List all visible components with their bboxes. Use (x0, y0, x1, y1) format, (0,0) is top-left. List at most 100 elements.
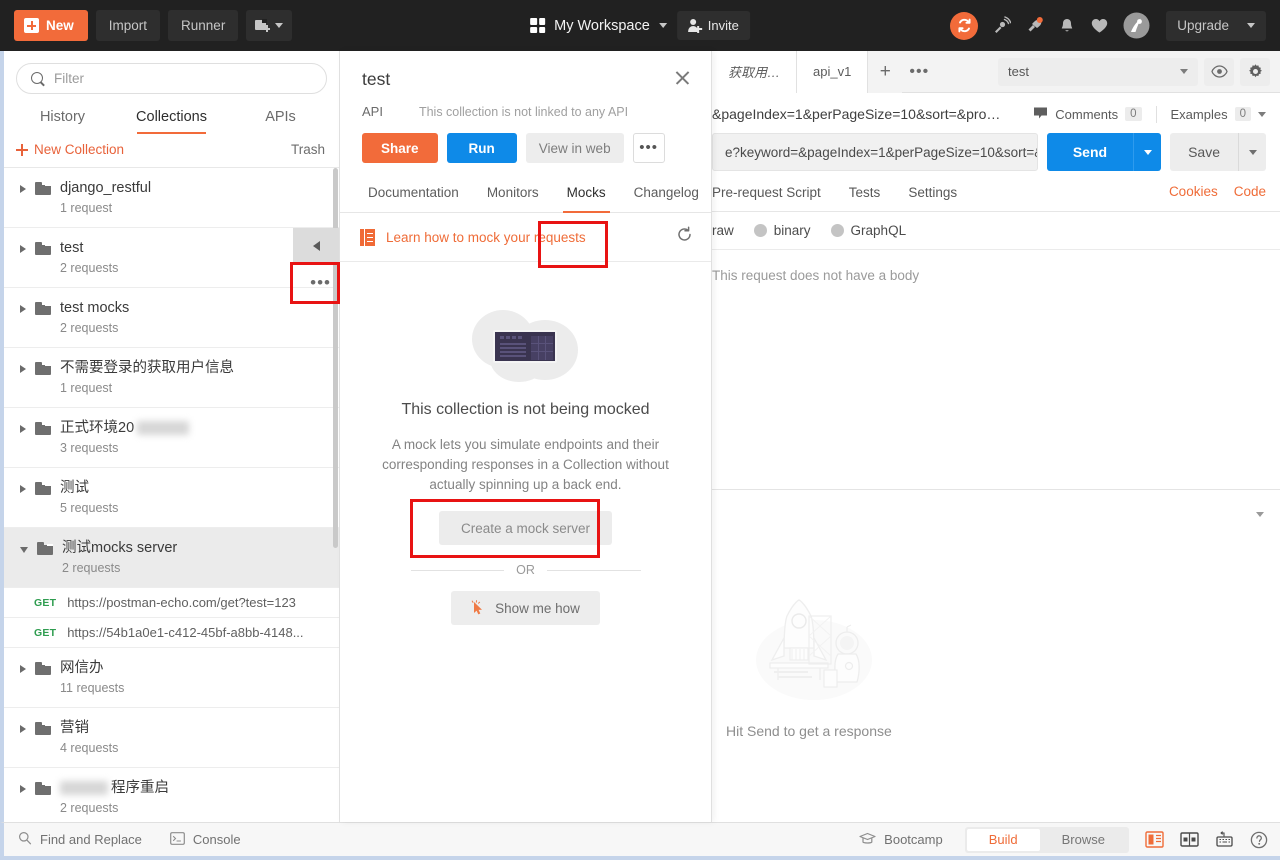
collection-row-wangxinban[interactable]: 网信办 11 requests (4, 648, 339, 708)
find-and-replace-button[interactable]: Find and Replace (18, 831, 142, 848)
tab-mocks[interactable]: Mocks (553, 179, 620, 213)
code-link[interactable]: Code (1234, 184, 1266, 199)
collection-row-ceshi[interactable]: 测试 5 requests (4, 468, 339, 528)
add-request-tab-button[interactable]: + (868, 50, 903, 93)
comments-button[interactable]: Comments 0 (1033, 105, 1157, 123)
cookies-link[interactable]: Cookies (1169, 184, 1218, 199)
request-tabs-more-button[interactable]: ••• (902, 51, 936, 93)
run-button[interactable]: Run (446, 133, 517, 163)
collapse-triangle-icon[interactable] (20, 547, 28, 553)
search-input[interactable] (54, 71, 312, 86)
collection-row-prod-env[interactable]: 正式环境20 3 requests (4, 408, 339, 468)
api-link-row: API This collection is not linked to any… (340, 90, 711, 119)
build-mode-button[interactable]: Build (966, 828, 1040, 851)
bootcamp-button[interactable]: Bootcamp (859, 832, 943, 848)
collection-more-actions-button[interactable]: ••• (310, 274, 331, 291)
collapse-left-arrow-icon (312, 241, 320, 251)
bell-icon[interactable] (1058, 17, 1076, 35)
expand-triangle-icon[interactable] (20, 785, 26, 793)
refresh-icon[interactable] (676, 226, 693, 248)
examples-button[interactable]: Examples 0 (1171, 107, 1266, 122)
request-tab-api-v1[interactable]: api_v1 (797, 50, 869, 93)
sidebar-scrollbar[interactable] (333, 168, 338, 548)
expand-triangle-icon[interactable] (20, 425, 26, 433)
keyboard-shortcuts-icon[interactable] (1215, 831, 1234, 848)
sidebar-collapse-handle[interactable] (293, 228, 339, 264)
expand-triangle-icon[interactable] (20, 665, 26, 673)
expand-triangle-icon[interactable] (20, 245, 26, 253)
collection-row-test-mocks[interactable]: test mocks 2 requests (4, 288, 339, 348)
help-icon[interactable] (1250, 831, 1268, 849)
expand-triangle-icon[interactable] (20, 185, 26, 193)
show-me-how-button[interactable]: Show me how (451, 591, 600, 625)
save-options-button[interactable] (1238, 133, 1266, 171)
subtab-tests[interactable]: Tests (835, 183, 895, 211)
view-in-web-button[interactable]: View in web (525, 133, 624, 163)
comment-icon (1033, 106, 1048, 123)
collection-row-user-info[interactable]: 不需要登录的获取用户信息 1 request (4, 348, 339, 408)
environment-quick-look-button[interactable] (1204, 57, 1234, 86)
settings-gear-button[interactable] (1240, 57, 1270, 86)
response-options-caret-icon[interactable] (1256, 504, 1264, 522)
new-collection-label: New Collection (34, 142, 125, 157)
two-pane-layout-icon[interactable] (1145, 831, 1164, 848)
new-button[interactable]: New (14, 10, 88, 41)
request-row-postman-echo[interactable]: GET https://postman-echo.com/get?test=12… (4, 588, 339, 618)
send-options-button[interactable] (1133, 133, 1162, 171)
satellite-icon[interactable] (992, 16, 1012, 35)
runner-button[interactable]: Runner (168, 10, 239, 41)
expand-triangle-icon[interactable] (20, 725, 26, 733)
new-collection-row: New Collection Trash (4, 134, 339, 168)
workspace-switcher[interactable]: My Workspace (530, 18, 667, 34)
request-url: https://54b1a0e1-c412-45bf-a8bb-4148... (67, 625, 304, 640)
import-button[interactable]: Import (95, 10, 161, 41)
expand-triangle-icon[interactable] (20, 485, 26, 493)
split-layout-icon[interactable] (1180, 831, 1199, 848)
new-collection-button[interactable]: New Collection (16, 142, 124, 157)
tab-collections[interactable]: Collections (117, 102, 226, 134)
collection-name: 正式环境20 (60, 419, 190, 438)
collection-row-restart-program[interactable]: 程序重启 2 requests (4, 768, 339, 822)
collection-request-count: 2 requests (60, 261, 119, 275)
request-tab-0[interactable]: 获取用… (712, 50, 798, 93)
collection-row-ceshi-mocks-server[interactable]: 测试mocks server 2 requests (4, 528, 339, 588)
tab-changelog[interactable]: Changelog (620, 179, 713, 212)
tab-apis[interactable]: APIs (226, 102, 335, 134)
environment-selector[interactable]: test (998, 57, 1198, 86)
body-type-binary[interactable]: binary (753, 223, 831, 238)
close-icon[interactable] (674, 69, 691, 86)
tab-history[interactable]: History (8, 102, 117, 134)
chevron-down-icon (658, 23, 667, 28)
sync-icon[interactable] (950, 11, 979, 40)
expand-triangle-icon[interactable] (20, 365, 26, 373)
share-button[interactable]: Share (362, 133, 438, 163)
subtab-settings[interactable]: Settings (894, 183, 971, 211)
request-name[interactable]: &pageIndex=1&perPageSize=10&sort=&pro… (712, 106, 1033, 122)
user-avatar-icon[interactable] (1123, 12, 1150, 39)
collection-more-button[interactable]: ••• (632, 133, 665, 163)
save-button[interactable]: Save (1170, 133, 1238, 171)
subtab-pre-request-script[interactable]: Pre-request Script (712, 183, 835, 211)
upgrade-button[interactable]: Upgrade (1166, 10, 1266, 41)
collection-row-django-restful[interactable]: django_restful 1 request (4, 168, 339, 228)
tab-monitors[interactable]: Monitors (473, 179, 553, 212)
send-button[interactable]: Send (1046, 133, 1134, 171)
megaphone-icon[interactable] (1025, 16, 1044, 35)
collection-row-yingxiao[interactable]: 营销 4 requests (4, 708, 339, 768)
heart-icon[interactable] (1090, 17, 1109, 35)
body-type-graphql[interactable]: GraphQL (830, 223, 927, 238)
console-button[interactable]: Console (170, 831, 241, 848)
request-row-mock-server[interactable]: GET https://54b1a0e1-c412-45bf-a8bb-4148… (4, 618, 339, 648)
request-url-input[interactable]: e?keyword=&pageIndex=1&perPageSize=10&so… (712, 133, 1038, 171)
collection-row-test[interactable]: test 2 requests ••• (4, 228, 339, 291)
filter-box[interactable] (16, 63, 327, 94)
learn-how-to-mock-link[interactable]: Learn how to mock your requests (386, 230, 586, 245)
new-window-button[interactable] (246, 10, 293, 41)
body-type-raw[interactable]: raw (712, 223, 754, 238)
browse-mode-button[interactable]: Browse (1040, 829, 1127, 851)
invite-button[interactable]: Invite (676, 11, 750, 40)
tab-documentation[interactable]: Documentation (354, 179, 473, 212)
trash-link[interactable]: Trash (291, 142, 325, 157)
create-mock-server-button[interactable]: Create a mock server (438, 511, 613, 545)
expand-triangle-icon[interactable] (20, 305, 26, 313)
